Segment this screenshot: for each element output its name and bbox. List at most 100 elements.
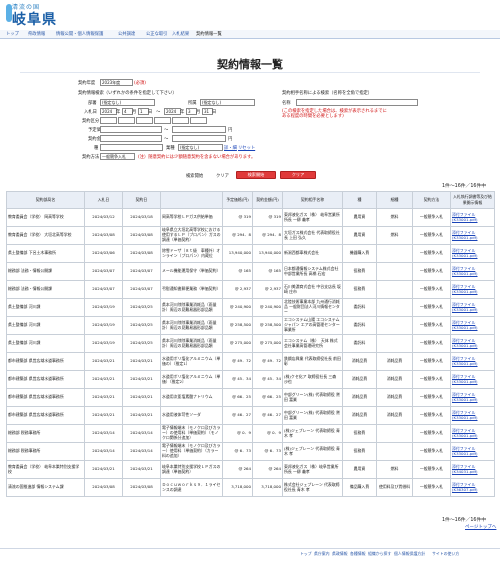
col-header[interactable]: 契約日 [122,191,161,209]
method-select[interactable]: 一般競争入札 [100,153,135,160]
attachment-link[interactable]: 添付ファイル (K33001.pdf) [452,230,478,240]
table-cell: 一般競争入札 [412,370,451,389]
footer-link[interactable]: サイトの使い方 [432,551,459,557]
breadcrumb-item[interactable]: 県政情報 [28,31,45,37]
breadcrumb-item[interactable]: 情報公開・個人情報保護 [56,31,103,37]
table-cell: 燃料 [376,460,413,479]
attachment-link[interactable]: 添付ファイル (K33001.pdf) [452,302,478,312]
col-header[interactable]: 契約金額(円) [252,191,283,209]
table-cell: 2024/03/08 [122,478,161,497]
attachment-link-cell[interactable]: 添付ファイル (K33001.pdf) [450,352,495,371]
year-select[interactable]: 2023年度 [100,79,133,86]
col-header[interactable]: 予定価格(円) [222,191,253,209]
partner-name-input[interactable] [296,99,418,106]
footer-link[interactable]: 個人情報保護方針 [394,551,425,557]
attachment-link[interactable]: 添付ファイル (K34031.pdf) [452,464,478,474]
attachment-link[interactable]: 添付ファイル (K33001.pdf) [452,212,478,222]
breadcrumb-item[interactable]: 公正な取引 [146,31,167,37]
industry-select[interactable]: (指定なし) [178,144,223,151]
footer-link[interactable]: 各種情報 [350,551,366,557]
site-header: 清流の国 岐阜県 [0,0,500,30]
attachment-link[interactable]: 添付ファイル (K33001.pdf) [452,410,478,420]
attachment-link[interactable]: 添付ファイル (K33001.pdf) [452,338,478,348]
table-cell: 一般競争入札 [412,334,451,353]
table-cell: 2024/03/14 [84,424,123,443]
search-button[interactable]: 検索開始 [236,171,276,179]
attachment-link-cell[interactable]: 添付ファイル (K33001.pdf) [450,388,495,407]
tilde: ～ [164,128,169,133]
table-cell: 清流の国推進部 情報システム課 [6,478,85,497]
footer-link[interactable]: 組織から探す [368,551,391,557]
contract-kind-select[interactable] [100,144,163,151]
clear-button[interactable]: クリア [280,171,316,179]
table-row: 総務部 法務・情報公開課 2024/03/07 2024/03/07 弔慰通知書郵便業… [6,280,495,299]
col-header[interactable]: 契約相手名称 [282,191,343,209]
table-cell: 2024/03/14 [84,442,123,461]
attachment-link-cell[interactable]: 添付ファイル (K34031.pdf) [450,460,495,479]
col-header[interactable]: 契約部局名 [6,191,85,209]
attachment-link[interactable]: 添付ファイル (K33001.pdf) [452,284,478,294]
col-header[interactable]: 契約方法 [412,191,451,209]
kind-select-4[interactable] [154,117,171,124]
contract-price-from-input[interactable] [100,135,162,142]
kind-select[interactable] [100,117,117,124]
attachment-link[interactable]: 添付ファイル (K33001.pdf) [452,428,478,438]
table-cell: 2024/03/19 [84,298,123,317]
table-cell: @ 319 [252,208,283,227]
attachment-link-cell[interactable]: 添付ファイル (K33001.pdf) [450,406,495,425]
attachment-link-cell[interactable]: 添付ファイル (K33001.pdf) [450,334,495,353]
kind-select-6[interactable] [190,117,207,124]
attachment-link[interactable]: 添付ファイル (K33001.pdf) [452,320,478,330]
contract-price-to-input[interactable] [172,135,226,142]
table-cell: 2024/03/08 [84,226,123,245]
breadcrumb-item[interactable]: 入札結果 [172,31,189,37]
reset-link[interactable]: リセット [238,145,255,151]
breadcrumb-item[interactable]: 公共調達 [118,31,135,37]
table-cell: 13,940,000 [252,244,283,263]
attachment-link[interactable]: 添付ファイル (K33001.pdf) [452,248,478,258]
attachment-link[interactable]: 添付ファイル (K33001.pdf) [452,392,478,402]
page-top-link[interactable]: ページトップへ [465,524,496,530]
table-cell: 一般競争入札 [412,316,451,335]
col-header[interactable]: 種 [342,191,377,209]
table-cell: 岡高等学校ＬＰガス供給単価 [160,208,223,227]
attachment-link-cell[interactable]: 添付ファイル (K33001.pdf) [450,226,495,245]
kind-select-3[interactable] [136,117,153,124]
price-from-input[interactable] [100,126,162,133]
kind-select-5[interactable] [172,117,189,124]
breadcrumb-item[interactable]: トップ [6,31,19,37]
attachment-link-cell[interactable]: 添付ファイル (K33001.pdf) [450,316,495,335]
attachment-link[interactable]: 添付ファイル (K33001.pdf) [452,266,478,276]
attachment-link[interactable]: 添付ファイル (K36307.pdf) [452,482,478,492]
attachment-link-cell[interactable]: 添付ファイル (K33001.pdf) [450,208,495,227]
footer-link[interactable]: 県庁案内 [314,551,330,557]
attachment-link-cell[interactable]: 添付ファイル (K33001.pdf) [450,262,495,281]
dept-select[interactable]: (指定なし) [100,99,155,106]
attachment-link[interactable]: 添付ファイル (K33001.pdf) [452,446,478,456]
attachment-link-cell[interactable]: 添付ファイル (K33001.pdf) [450,280,495,299]
site-logo[interactable]: 清流の国 岐阜県 [6,2,64,28]
footer-link[interactable]: 県政情報 [332,551,348,557]
col-header[interactable]: 細種 [376,191,413,209]
table-cell [376,424,413,443]
attachment-link[interactable]: 添付ファイル (K33001.pdf) [452,374,478,384]
date-to-year[interactable]: 2024 [164,108,181,115]
attachment-link-cell[interactable]: 添付ファイル (K33001.pdf) [450,424,495,443]
attachment-link-cell[interactable]: 添付ファイル (K33001.pdf) [450,442,495,461]
col-header[interactable]: 入札日 [84,191,123,209]
table-cell: 2024/03/21 [122,388,161,407]
price-to-input[interactable] [172,126,226,133]
method-label: 契約方法 [82,155,100,160]
attachment-link-cell[interactable]: 添付ファイル (K33001.pdf) [450,298,495,317]
attachment-link-cell[interactable]: 添付ファイル (K36307.pdf) [450,478,495,497]
col-header [160,191,223,209]
footer-link[interactable]: トップ [300,551,312,557]
attachment-link[interactable]: 添付ファイル (K33001.pdf) [452,356,478,366]
attachment-link-cell[interactable]: 添付ファイル (K33001.pdf) [450,244,495,263]
section-select[interactable]: (指定なし) [200,99,255,106]
kind-select-2[interactable] [118,117,135,124]
date-from-year[interactable]: 2024 [100,108,117,115]
detail-link[interactable]: 詳・細 [224,145,237,151]
attachment-link-cell[interactable]: 添付ファイル (K33001.pdf) [450,370,495,389]
year-required: (必須) [134,81,146,86]
